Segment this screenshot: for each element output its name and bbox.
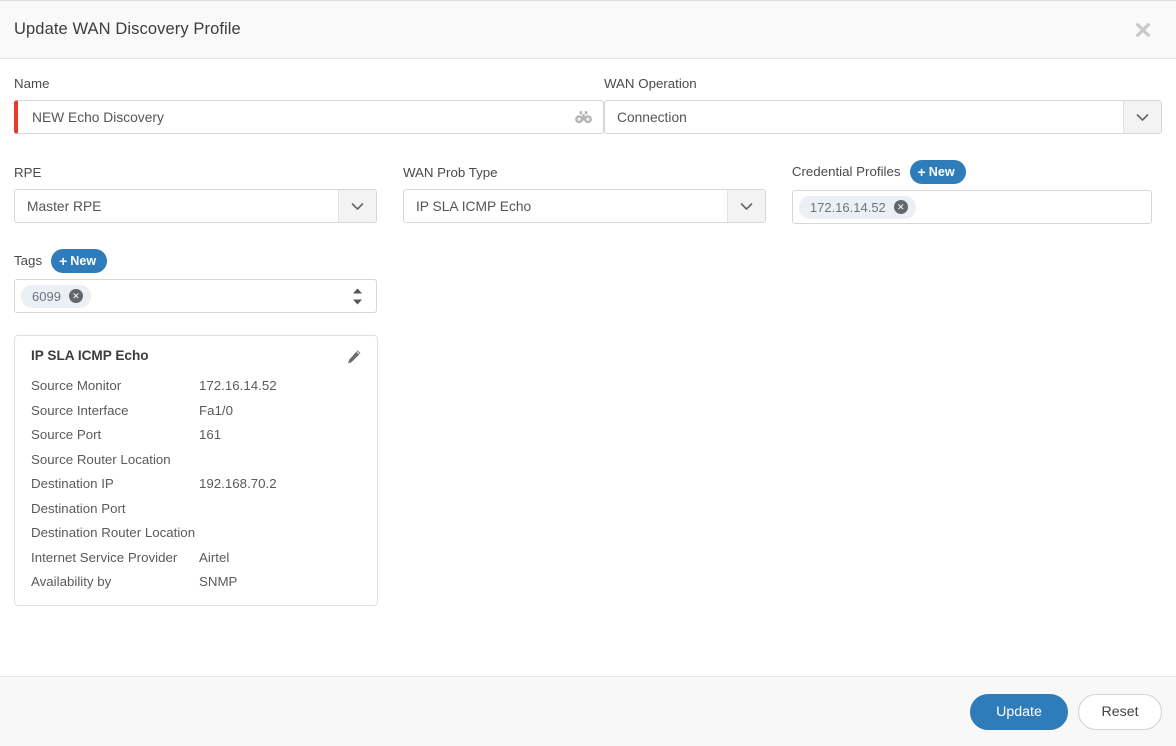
page-title: Update WAN Discovery Profile (14, 20, 241, 38)
probe-detail-card: IP SLA ICMP Echo Source Monitor 172.16.1… (14, 335, 378, 606)
dialog-footer: Update Reset (0, 676, 1176, 746)
detail-row: Internet Service Provider Airtel (31, 549, 363, 567)
plus-icon: + (917, 164, 926, 180)
dialog-body: Name NEW Echo Discovery WAN Operation Co… (0, 59, 1176, 676)
probe-detail-card-title: IP SLA ICMP Echo (31, 348, 149, 363)
chip[interactable]: 172.16.14.52 ✕ (798, 195, 916, 219)
detail-row-label: Source Interface (31, 402, 129, 418)
rpe-select[interactable]: Master RPE (14, 189, 377, 223)
probe-detail-card-header: IP SLA ICMP Echo (31, 348, 363, 366)
detail-row-label: Destination Port (31, 500, 126, 516)
detail-row-label: Destination IP (31, 476, 114, 491)
detail-row-label: Internet Service Provider (31, 549, 178, 565)
plus-icon: + (59, 253, 68, 269)
wan-operation-value: Connection (617, 109, 687, 125)
pencil-icon[interactable] (345, 348, 363, 366)
credential-profiles-field-group: Credential Profiles + New 172.16.14.52 ✕ (791, 160, 1162, 224)
chip-label: 172.16.14.52 (809, 199, 886, 215)
form-row-3: Tags + New 6099 ✕ (14, 248, 1162, 313)
credential-profiles-label-row: Credential Profiles + New (792, 159, 1162, 185)
tags-label: Tags (14, 253, 43, 268)
detail-row: Source Interface Fa1/0 (31, 402, 363, 420)
detail-row: Source Monitor 172.16.14.52 (31, 377, 363, 395)
detail-row: Destination IP 192.168.70.2 (31, 475, 363, 493)
detail-row-value: 161 (199, 427, 222, 442)
detail-row-value: SNMP (199, 574, 238, 589)
credential-profiles-label: Credential Profiles (791, 164, 901, 179)
rpe-label: RPE (14, 165, 42, 180)
wan-prob-type-select[interactable]: IP SLA ICMP Echo (402, 189, 766, 223)
rpe-value: Master RPE (27, 198, 102, 214)
wan-operation-label: WAN Operation (604, 76, 697, 91)
detail-row: Source Port 161 (31, 426, 363, 444)
detail-row-label: Availability by (31, 574, 112, 589)
form-row-2: RPE Master RPE WAN Prob Type IP SLA ICMP… (14, 160, 1162, 224)
detail-row-label: Destination Router Location (31, 525, 196, 540)
updown-stepper-icon[interactable] (348, 288, 370, 305)
chip[interactable]: 6099 ✕ (21, 284, 91, 308)
detail-row: Source Router Location (31, 451, 363, 469)
chevron-down-icon[interactable] (726, 190, 765, 222)
tags-new-label: New (70, 254, 97, 268)
rpe-field-group: RPE Master RPE (14, 164, 403, 224)
tags-new-button[interactable]: + New (51, 249, 108, 273)
credential-profiles-input[interactable]: 172.16.14.52 ✕ (791, 190, 1152, 224)
detail-row-label: Source Router Location (31, 451, 171, 467)
chip-remove-icon[interactable]: ✕ (68, 289, 83, 303)
wan-prob-type-field-group: WAN Prob Type IP SLA ICMP Echo (402, 164, 792, 224)
wan-operation-field-group: WAN Operation Connection (604, 75, 1162, 134)
tags-label-row: Tags + New (14, 248, 407, 274)
detail-row-value: 172.16.14.52 (199, 378, 277, 393)
dialog-header: Update WAN Discovery Profile (0, 1, 1176, 59)
update-button[interactable]: Update (970, 693, 1068, 730)
detail-row-value: Airtel (199, 549, 230, 565)
tags-input[interactable]: 6099 ✕ (14, 279, 377, 313)
name-input-value: NEW Echo Discovery (32, 109, 164, 125)
wan-prob-type-label: WAN Prob Type (402, 165, 498, 180)
chip-label: 6099 (32, 288, 61, 304)
name-label: Name (14, 76, 50, 91)
wan-prob-type-value: IP SLA ICMP Echo (415, 198, 532, 214)
name-field-group: Name NEW Echo Discovery (14, 75, 604, 134)
close-icon[interactable] (1128, 15, 1158, 45)
update-wan-discovery-profile-dialog: Update WAN Discovery Profile Name NEW Ec… (0, 0, 1176, 746)
form-row-1: Name NEW Echo Discovery WAN Operation Co… (14, 75, 1162, 134)
reset-button[interactable]: Reset (1078, 693, 1162, 730)
detail-row-label: Source Monitor (31, 378, 122, 393)
name-input[interactable]: NEW Echo Discovery (14, 100, 604, 134)
binoculars-icon[interactable] (571, 107, 595, 127)
chevron-down-icon[interactable] (1123, 101, 1161, 133)
detail-row-value: Fa1/0 (199, 402, 234, 418)
chip-remove-icon[interactable]: ✕ (893, 200, 908, 214)
chevron-down-icon[interactable] (338, 190, 376, 222)
credential-profiles-new-button[interactable]: + New (909, 160, 966, 184)
detail-row: Destination Router Location (31, 524, 363, 542)
credential-profiles-new-label: New (928, 165, 955, 179)
tags-field-group: Tags + New 6099 ✕ (14, 248, 407, 313)
detail-row: Destination Port (31, 500, 363, 518)
wan-operation-select[interactable]: Connection (604, 100, 1162, 134)
detail-row: Availability by SNMP (31, 573, 363, 591)
detail-row-label: Source Port (31, 427, 102, 442)
detail-row-value: 192.168.70.2 (199, 476, 277, 491)
